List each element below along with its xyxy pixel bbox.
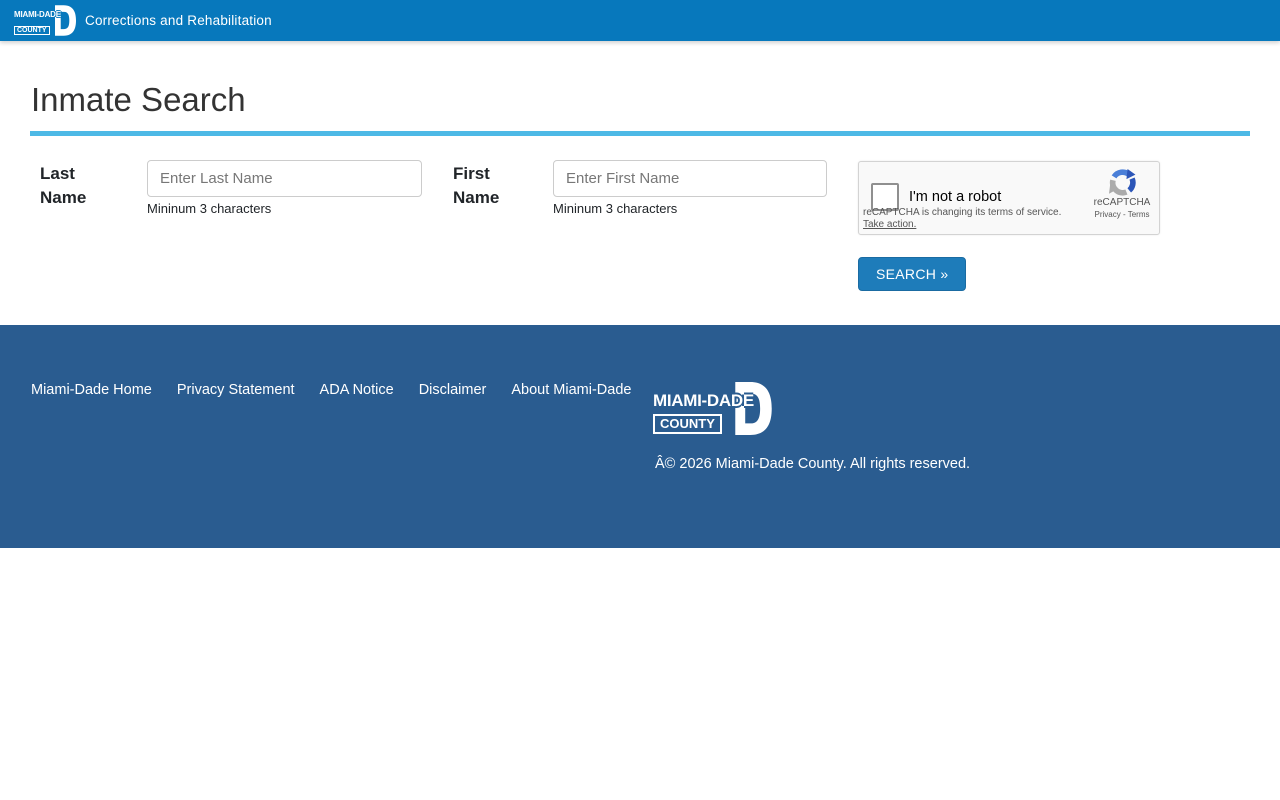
search-button[interactable]: SEARCH »	[858, 257, 966, 291]
recaptcha-notice-text: reCAPTCHA is changing its terms of servi…	[863, 207, 1061, 218]
miami-dade-logo[interactable]: MIAMI-DADE COUNTY	[14, 5, 76, 36]
recaptcha-widget: I'm not a robot reCAPTCHA is changing it…	[858, 161, 1160, 235]
first-name-label: First Name	[453, 162, 531, 210]
department-title: Corrections and Rehabilitation	[85, 13, 272, 28]
footer-link-about-miami-dade[interactable]: About Miami-Dade	[511, 382, 631, 398]
app-header: MIAMI-DADE COUNTY Corrections and Rehabi…	[0, 0, 1280, 41]
logo-line1: MIAMI-DADE	[14, 10, 61, 19]
recaptcha-take-action-link[interactable]: Take action.	[863, 219, 916, 230]
first-name-hint: Mininum 3 characters	[553, 201, 677, 216]
footer-nav: Miami-Dade Home Privacy Statement ADA No…	[31, 382, 631, 398]
page-footer: Miami-Dade Home Privacy Statement ADA No…	[0, 325, 1280, 548]
logo-line2: COUNTY	[14, 26, 50, 35]
recaptcha-links-separator: -	[1123, 210, 1126, 219]
page-title: Inmate Search	[31, 82, 246, 118]
recaptcha-icon	[1109, 169, 1136, 196]
footer-link-privacy-statement[interactable]: Privacy Statement	[177, 382, 295, 398]
recaptcha-terms-link[interactable]: Terms	[1128, 210, 1150, 219]
last-name-hint: Mininum 3 characters	[147, 201, 271, 216]
last-name-input[interactable]	[147, 160, 422, 197]
recaptcha-branding: reCAPTCHA Privacy - Terms	[1092, 169, 1152, 219]
recaptcha-notice: reCAPTCHA is changing its terms of servi…	[863, 207, 1061, 231]
footer-link-miami-dade-home[interactable]: Miami-Dade Home	[31, 382, 152, 398]
logo-line2: COUNTY	[653, 414, 722, 434]
last-name-label: Last Name	[40, 162, 118, 210]
logo-line1: MIAMI-DADE	[653, 391, 754, 411]
recaptcha-privacy-link[interactable]: Privacy	[1095, 210, 1121, 219]
inmate-search-page: MIAMI-DADE COUNTY Corrections and Rehabi…	[0, 0, 1280, 800]
recaptcha-label: I'm not a robot	[909, 189, 1001, 205]
copyright-text: Â© 2026 Miami-Dade County. All rights re…	[655, 456, 970, 472]
footer-link-disclaimer[interactable]: Disclaimer	[419, 382, 487, 398]
recaptcha-brand-text: reCAPTCHA	[1092, 197, 1152, 208]
footer-miami-dade-logo[interactable]: MIAMI-DADE COUNTY	[653, 382, 772, 435]
title-divider	[30, 131, 1250, 136]
footer-link-ada-notice[interactable]: ADA Notice	[320, 382, 394, 398]
first-name-input[interactable]	[553, 160, 827, 197]
recaptcha-links: Privacy - Terms	[1092, 210, 1152, 219]
